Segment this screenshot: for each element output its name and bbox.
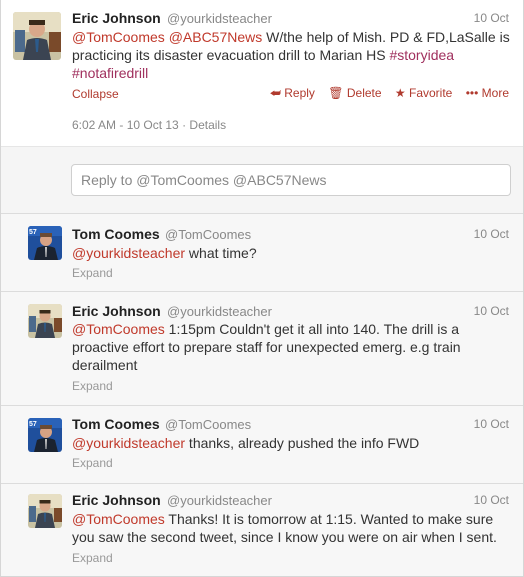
star-icon: ★ (394, 86, 406, 100)
reply-tweet[interactable]: Eric Johnson @yourkidsteacher 10 Oct @To… (1, 292, 523, 406)
more-label: More (481, 86, 509, 100)
author-name[interactable]: Tom Coomes (72, 416, 160, 432)
tweet-body: what time? (185, 245, 257, 261)
author-handle[interactable]: @yourkidsteacher (167, 493, 272, 508)
details-link[interactable]: Details (189, 118, 226, 132)
more-dots-icon: ••• (465, 86, 479, 100)
expanded-tweet: Eric Johnson @yourkidsteacher 10 Oct @To… (1, 0, 523, 147)
delete-label: Delete (346, 86, 382, 100)
author-handle[interactable]: @yourkidsteacher (167, 11, 272, 26)
avatar-eric-johnson[interactable] (28, 304, 62, 338)
favorite-action[interactable]: ★ Favorite (395, 86, 456, 100)
reply-box-area: Reply to @TomCoomes @ABC57News (1, 146, 523, 214)
tweet-time[interactable]: 10 Oct (474, 417, 509, 431)
tweet-meta: 6:02 AM - 10 Oct 13 · Details (72, 118, 226, 132)
tweet-text: @TomCoomes Thanks! It is tomorrow at 1:1… (72, 510, 512, 546)
author-name[interactable]: Eric Johnson (72, 303, 161, 319)
tweet-text: @TomCoomes @ABC57News W/the help of Mish… (72, 28, 512, 82)
mention-link[interactable]: @ABC57News (169, 29, 263, 45)
expand-link[interactable]: Expand (72, 379, 113, 393)
tweet-actions: ⮨ Reply 🗑 Delete ★ Favorite ••• More (260, 86, 509, 101)
tweet-text: @yourkidsteacher what time? (72, 244, 512, 262)
favorite-label: Favorite (409, 86, 453, 100)
mention-link[interactable]: @TomCoomes (72, 29, 165, 45)
avatar-tom-coomes[interactable]: 57 (28, 226, 62, 260)
trash-icon: 🗑 (328, 86, 344, 100)
mention-link[interactable]: @TomCoomes (72, 511, 165, 527)
author-name[interactable]: Eric Johnson (72, 10, 161, 26)
reply-input[interactable]: Reply to @TomCoomes @ABC57News (71, 164, 511, 196)
expand-link[interactable]: Expand (72, 456, 113, 470)
author-handle[interactable]: @TomCoomes (165, 227, 251, 242)
collapse-link[interactable]: Collapse (72, 87, 119, 101)
reply-tweet[interactable]: 57 Tom Coomes @TomCoomes 10 Oct @yourkid… (1, 214, 523, 292)
mention-link[interactable]: @yourkidsteacher (72, 435, 185, 451)
tweet-time[interactable]: 10 Oct (474, 11, 509, 25)
reply-tweet[interactable]: Eric Johnson @yourkidsteacher 10 Oct @To… (1, 484, 523, 576)
expand-link[interactable]: Expand (72, 551, 113, 565)
delete-action[interactable]: 🗑 Delete (328, 86, 385, 100)
hashtag-link[interactable]: #notafiredrill (72, 65, 148, 81)
reply-label: Reply (284, 86, 315, 100)
channel-badge: 57 (29, 421, 37, 428)
hashtag-link[interactable]: #storyidea (389, 47, 454, 63)
avatar-eric-johnson[interactable] (13, 12, 61, 60)
timestamp[interactable]: 6:02 AM - 10 Oct 13 (72, 118, 179, 132)
tweet-body: thanks, already pushed the info FWD (185, 435, 420, 451)
tweet-time[interactable]: 10 Oct (474, 304, 509, 318)
author-handle[interactable]: @TomCoomes (165, 417, 251, 432)
tweet-text: @TomCoomes 1:15pm Couldn't get it all in… (72, 320, 502, 374)
tweet-time[interactable]: 10 Oct (474, 493, 509, 507)
channel-badge: 57 (29, 229, 37, 236)
tweet-text: @yourkidsteacher thanks, already pushed … (72, 434, 512, 452)
author-handle[interactable]: @yourkidsteacher (167, 304, 272, 319)
author-name[interactable]: Tom Coomes (72, 226, 160, 242)
avatar-tom-coomes[interactable]: 57 (28, 418, 62, 452)
author-name[interactable]: Eric Johnson (72, 492, 161, 508)
reply-tweet[interactable]: 57 Tom Coomes @TomCoomes 10 Oct @yourkid… (1, 406, 523, 484)
tweet-thread: Eric Johnson @yourkidsteacher 10 Oct @To… (0, 0, 524, 577)
tweet-time[interactable]: 10 Oct (474, 227, 509, 241)
mention-link[interactable]: @yourkidsteacher (72, 245, 185, 261)
reply-action[interactable]: ⮨ Reply (270, 86, 319, 100)
avatar-eric-johnson[interactable] (28, 494, 62, 528)
expand-link[interactable]: Expand (72, 266, 113, 280)
reply-arrow-icon: ⮨ (269, 86, 281, 100)
mention-link[interactable]: @TomCoomes (72, 321, 165, 337)
more-action[interactable]: ••• More (466, 86, 509, 100)
